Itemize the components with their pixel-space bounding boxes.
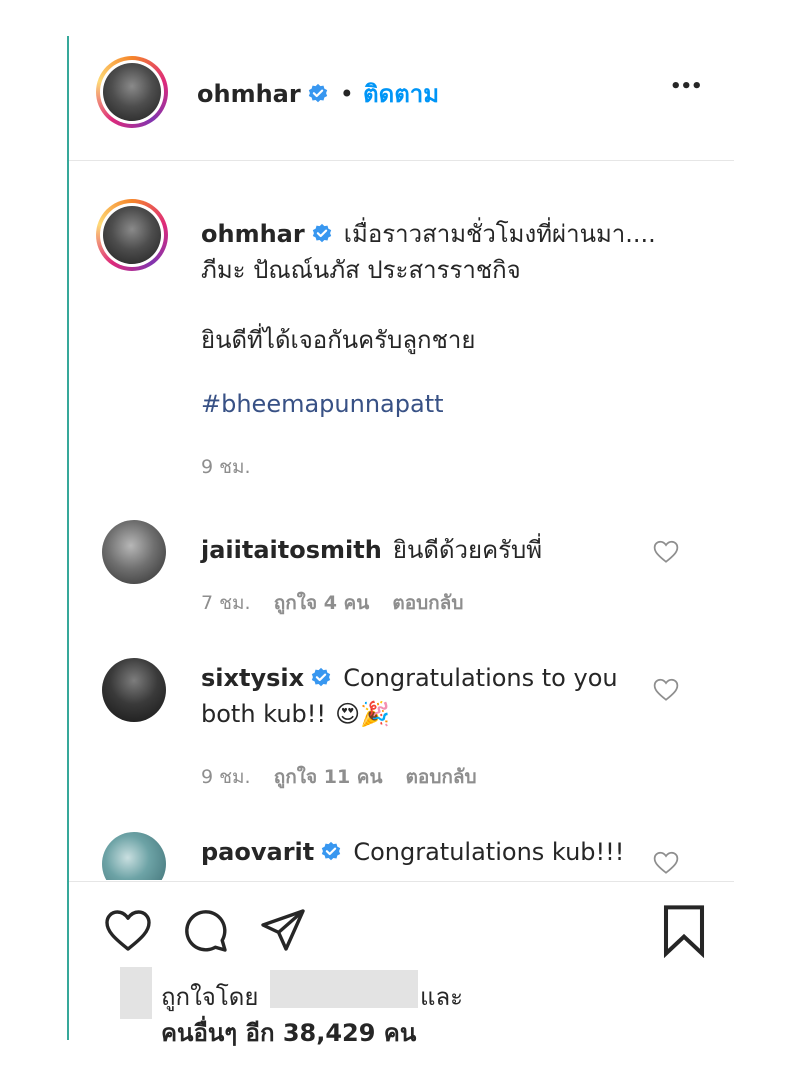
reply-button[interactable]: ตอบกลับ [406,766,477,788]
more-options-button[interactable]: ••• [670,76,703,97]
comment-username[interactable]: paovarit [201,838,314,866]
comment-likes[interactable]: ถูกใจ 4 คน [274,592,370,614]
comment-username[interactable]: sixtysix [201,664,304,692]
liker-avatar-redacted[interactable] [120,967,152,1019]
verified-badge-icon [322,841,341,861]
caption-text-line3: ยินดีที่ได้เจอกันครับลูกชาย [201,326,476,354]
liker-name-redacted[interactable] [270,970,418,1008]
header-divider [69,160,734,161]
heart-icon[interactable] [104,909,152,953]
liked-by-label: ถูกใจโดย [161,983,259,1011]
comment-like-heart-icon[interactable] [653,540,679,564]
verified-badge-icon [308,83,327,103]
hashtag-link[interactable]: #bheemapunnapatt [201,390,444,418]
comment-avatar[interactable] [102,658,166,722]
verified-badge-icon [311,667,331,687]
post-timestamp[interactable]: 9 ชม. [201,452,251,482]
comment-avatar[interactable] [102,520,166,584]
likes-count[interactable]: คนอื่นๆ อีก 38,429 คน [161,1013,416,1052]
paper-plane-icon[interactable] [258,906,308,954]
likes-line1: ถูกใจโดย [161,977,258,1016]
actions-divider [69,881,734,882]
comment-text-line2: both kub!! [201,700,327,728]
comment-text: ยินดีด้วยครับพี่ [392,536,543,564]
comment-meta: 9 ชม. ถูกใจ 11 คน ตอบกลับ [201,762,477,792]
caption-username[interactable]: ohmhar [201,220,305,248]
header-username[interactable]: ohmhar [197,80,301,108]
emoji-reaction: 😍🎉 [335,700,391,728]
follow-button[interactable]: ติดตาม [363,80,439,108]
header-avatar[interactable] [96,56,168,128]
bookmark-icon[interactable] [660,904,708,958]
header-separator: • [339,80,354,108]
comment-row: jaiitaitosmith ยินดีด้วยครับพี่ [201,530,542,569]
comment-row: sixtysix Congratulations to you [201,664,618,692]
caption-avatar[interactable] [96,199,168,271]
comment-username[interactable]: jaiitaitosmith [201,536,382,564]
reply-button[interactable]: ตอบกลับ [392,592,463,614]
verified-badge-icon [312,223,331,243]
header-user-row: ohmhar • ติดตาม [197,74,439,113]
comment-continuation: both kub!! 😍🎉 [201,700,390,728]
comment-like-heart-icon[interactable] [653,678,679,702]
caption-first-line: ohmhar เมื่อราวสามชั่วโมงที่ผ่านมา.... [201,214,656,253]
comment-likes[interactable]: ถูกใจ 11 คน [274,766,383,788]
comment-clip-area: paovarit Congratulations kub!!! [69,830,734,880]
likes-and-label: และ [420,983,464,1011]
comment-like-heart-icon[interactable] [653,851,679,875]
comment-meta: 7 ชม. ถูกใจ 4 คน ตอบกลับ [201,588,463,618]
caption-text-line1: เมื่อราวสามชั่วโมงที่ผ่านมา.... [343,220,656,248]
comment-row: paovarit Congratulations kub!!! [201,838,624,866]
comment-time[interactable]: 7 ชม. [201,592,251,614]
comment-bubble-icon[interactable] [181,906,229,954]
comment-avatar[interactable] [102,832,166,880]
comment-text-line1: Congratulations to you [343,664,618,692]
comment-text: Congratulations kub!!! [353,838,625,866]
comment-time[interactable]: 9 ชม. [201,766,251,788]
caption-text-line2: ภีมะ ปัณณ์นภัส ประสารราชกิจ [201,256,521,284]
